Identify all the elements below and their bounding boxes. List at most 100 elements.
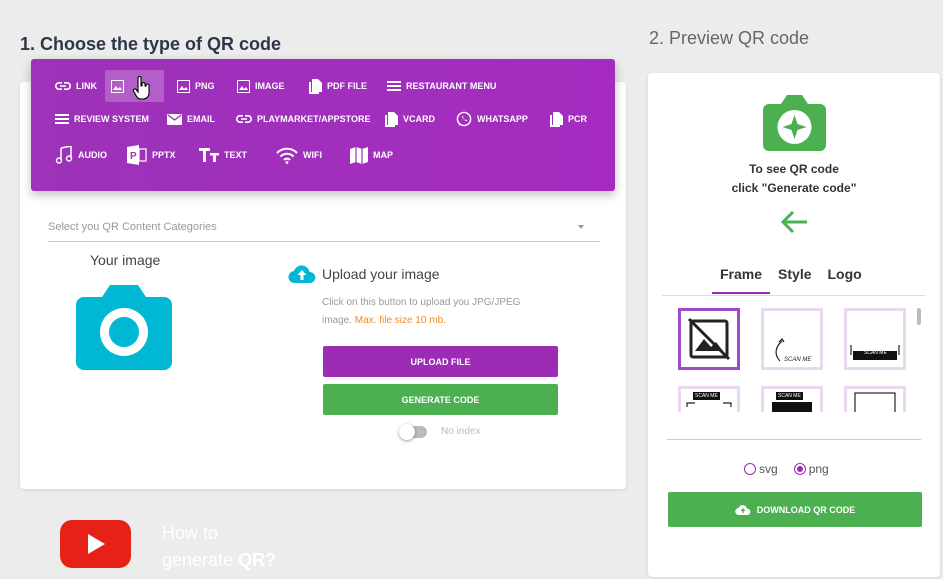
link-icon: [236, 115, 252, 123]
frame-scan-label: SCAN ME: [864, 350, 887, 356]
tabs-divider: [662, 295, 925, 296]
type-whatsapp[interactable]: WHATSAPP: [450, 103, 534, 135]
how-to-qr-bold: QR?: [238, 550, 277, 570]
wifi-icon: [276, 147, 298, 164]
format-png-option[interactable]: png: [793, 462, 829, 476]
image-icon: [237, 79, 250, 93]
type-link[interactable]: LINK: [49, 70, 103, 102]
svg-text:P: P: [130, 151, 137, 162]
frame-top-tag[interactable]: SCAN ME: [678, 386, 740, 412]
type-pptx-label: PPTX: [152, 150, 176, 160]
file-copy-icon: [550, 111, 563, 127]
step2-title: 2. Preview QR code: [649, 28, 810, 48]
frames-scrollbar[interactable]: [917, 308, 921, 325]
type-png[interactable]: PNG: [171, 70, 221, 102]
hand-cursor-icon: [132, 76, 150, 100]
type-pptx[interactable]: P PPTX: [121, 139, 182, 171]
format-svg-option[interactable]: svg: [744, 462, 778, 476]
frame-scan-label: SCAN ME: [776, 392, 803, 400]
type-map-label: MAP: [373, 150, 393, 160]
your-image-label: Your image: [90, 252, 161, 268]
radio-png[interactable]: [793, 463, 806, 475]
no-index-toggle[interactable]: [399, 424, 427, 440]
no-image-icon: [687, 317, 731, 361]
download-qr-button[interactable]: DOWNLOAD QR CODE: [668, 492, 922, 527]
upload-size-warning: Max. file size 10 mb.: [354, 315, 446, 326]
music-note-icon: [55, 146, 73, 164]
customization-tabs: Frame Style Logo: [712, 266, 870, 294]
frame-plain-icon: [854, 392, 896, 412]
tab-logo[interactable]: Logo: [820, 266, 870, 294]
format-radio-group: svg png: [744, 462, 829, 476]
toggle-knob: [399, 424, 415, 440]
type-text[interactable]: TEXT: [193, 139, 253, 171]
type-link-label: LINK: [76, 81, 97, 91]
upload-title-text: Upload your image: [322, 266, 440, 282]
type-restaurant-menu[interactable]: RESTAURANT MENU: [381, 70, 502, 102]
frame-top-tag-box[interactable]: SCAN ME: [761, 386, 823, 412]
type-email[interactable]: EMAIL: [161, 103, 221, 135]
step1-title: 1. Choose the type of QR code: [20, 34, 282, 54]
tab-style[interactable]: Style: [770, 266, 819, 294]
format-svg-label: svg: [759, 462, 778, 476]
upload-file-button[interactable]: UPLOAD FILE: [323, 346, 558, 377]
type-pdf[interactable]: PDF FILE: [302, 70, 373, 102]
link-icon: [55, 82, 71, 90]
play-icon: [88, 534, 105, 554]
how-to-line1: How to: [162, 523, 219, 543]
type-vcard-label: VCARD: [403, 114, 436, 124]
how-to-line2: generate QR?: [162, 547, 276, 574]
generate-code-button[interactable]: GENERATE CODE: [323, 384, 558, 415]
type-whatsapp-label: WHATSAPP: [477, 114, 528, 124]
camera-icon: [76, 285, 172, 370]
type-audio[interactable]: AUDIO: [49, 139, 113, 171]
qr-camera-icon: [763, 95, 826, 151]
tab-frame[interactable]: Frame: [712, 266, 771, 294]
file-copy-icon: [385, 111, 398, 127]
type-wifi[interactable]: WIFI: [270, 139, 328, 171]
type-pcr[interactable]: PCR: [543, 103, 593, 135]
qr-type-menu: LINK PNG IMAGE PDF FILE RESTAURANT MENU …: [31, 59, 615, 191]
frame-bottom-tag-icon: [850, 345, 900, 360]
curved-arrow-icon: SCAN ME: [775, 338, 812, 363]
format-png-label: png: [808, 462, 829, 476]
frame-scan-label: SCAN ME: [693, 392, 720, 400]
whatsapp-icon: [456, 111, 472, 127]
preview-hint-line1: To see QR code: [749, 162, 839, 176]
preview-hint-line2: click "Generate code": [731, 181, 857, 195]
type-vcard[interactable]: VCARD: [378, 103, 441, 135]
category-select[interactable]: Select you QR Content Categories: [48, 212, 600, 242]
how-to-line2-text: generate: [162, 550, 239, 570]
image-icon: [177, 79, 190, 93]
type-map[interactable]: MAP: [344, 139, 399, 171]
radio-svg[interactable]: [744, 463, 756, 475]
upload-description: Click on this button to upload you JPG/J…: [322, 294, 552, 330]
frame-arrow-scan[interactable]: SCAN ME: [761, 308, 823, 370]
powerpoint-icon: P: [127, 145, 147, 165]
type-review-system-label: REVIEW SYSTEM: [74, 114, 150, 124]
frame-options: SCAN ME SCAN ME SCAN ME SCAN ME: [667, 300, 922, 412]
chevron-down-icon: [578, 224, 584, 229]
youtube-play-icon[interactable]: [60, 520, 131, 568]
frame-bottom-tag[interactable]: SCAN ME: [844, 308, 906, 370]
upload-title: Upload your image: [288, 264, 440, 284]
type-review-system[interactable]: REVIEW SYSTEM: [49, 103, 155, 135]
svg-text:SCAN ME: SCAN ME: [784, 357, 812, 363]
file-copy-icon: [309, 78, 322, 94]
frame-none[interactable]: [678, 308, 740, 370]
frame-plain-box[interactable]: [844, 386, 906, 412]
format-divider: [667, 439, 921, 440]
type-playmarket[interactable]: PLAYMARKET/APPSTORE: [230, 103, 377, 135]
type-restaurant-menu-label: RESTAURANT MENU: [406, 81, 497, 91]
menu-lines-icon: [387, 81, 401, 91]
type-email-label: EMAIL: [187, 114, 215, 124]
category-select-placeholder: Select you QR Content Categories: [48, 220, 217, 233]
arrow-left-icon: [781, 210, 807, 234]
type-audio-label: AUDIO: [78, 150, 107, 160]
type-pcr-label: PCR: [568, 114, 588, 124]
type-image-label: IMAGE: [255, 81, 285, 91]
type-image[interactable]: IMAGE: [231, 70, 291, 102]
how-to-generate-link[interactable]: How to generate QR?: [162, 520, 276, 574]
download-qr-label: DOWNLOAD QR CODE: [756, 504, 856, 515]
type-playmarket-label: PLAYMARKET/APPSTORE: [257, 114, 371, 124]
